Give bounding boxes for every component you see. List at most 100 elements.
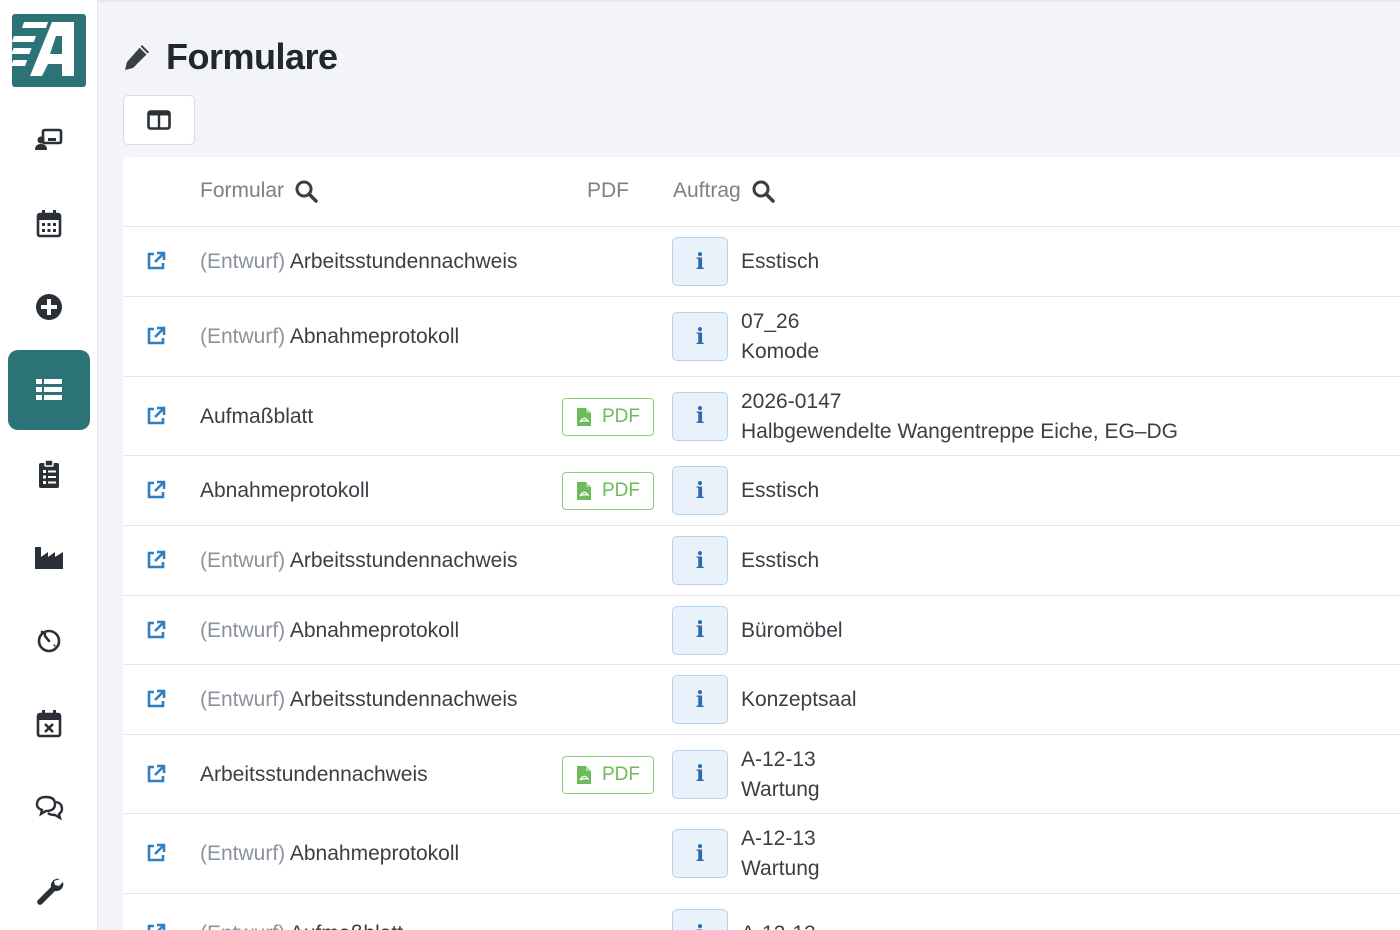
search-icon[interactable] xyxy=(294,179,318,203)
nav-list[interactable] xyxy=(8,350,90,430)
external-link-icon[interactable] xyxy=(145,763,167,790)
nav-calendar-x[interactable] xyxy=(8,684,90,764)
info-button[interactable]: i xyxy=(672,749,728,799)
header-order[interactable]: Auftrag xyxy=(673,179,775,203)
order-line-primary: Büromöbel xyxy=(741,618,843,642)
external-link-icon[interactable] xyxy=(145,405,167,432)
order-cell: A-12-13 Wartung xyxy=(741,745,820,805)
order-line-primary: Esstisch xyxy=(741,549,820,572)
draft-label: (Entwurf) xyxy=(200,250,286,273)
info-button[interactable]: i xyxy=(672,391,728,441)
draft-label: (Entwurf) xyxy=(200,549,286,572)
info-button[interactable]: i xyxy=(672,536,728,585)
external-link-icon[interactable] xyxy=(145,922,167,930)
info-icon: i xyxy=(695,477,705,504)
form-name[interactable]: (Entwurf) Abnahmeprotokoll xyxy=(200,325,459,349)
header-pdf: PDF xyxy=(587,179,629,203)
form-name[interactable]: (Entwurf) Aufmaßblatt xyxy=(200,922,403,930)
external-link-icon[interactable] xyxy=(145,619,167,646)
order-cell: A-12-13 xyxy=(741,919,816,930)
info-button[interactable]: i xyxy=(672,675,728,724)
pdf-button[interactable]: PDF xyxy=(562,397,654,436)
form-name[interactable]: Aufmaßblatt xyxy=(200,405,313,429)
external-link-icon[interactable] xyxy=(145,325,167,352)
info-icon: i xyxy=(695,840,705,867)
nav-comments[interactable] xyxy=(8,767,90,847)
comments-icon xyxy=(35,795,64,821)
form-name[interactable]: Arbeitsstundennachweis xyxy=(200,763,428,787)
nav-presentation[interactable] xyxy=(8,100,90,180)
form-name[interactable]: (Entwurf) Arbeitsstundennachweis xyxy=(200,250,518,274)
info-icon: i xyxy=(695,761,705,787)
pdf-button[interactable]: PDF xyxy=(562,472,654,510)
order-cell: Esstisch xyxy=(741,546,819,576)
form-name[interactable]: (Entwurf) Arbeitsstundennachweis xyxy=(200,549,518,573)
order-cell: Esstisch xyxy=(741,247,819,277)
table-row: (Entwurf) Abnahmeprotokoll i A-12-13 Wartun… xyxy=(123,814,1400,894)
pencil-icon xyxy=(125,45,149,70)
order-cell: 07_26 Komode xyxy=(741,307,819,367)
nav-calendar[interactable] xyxy=(8,184,90,264)
draft-label: (Entwurf) xyxy=(200,618,286,642)
form-name[interactable]: (Entwurf) Abnahmeprotokoll xyxy=(200,619,459,643)
header-order-label: Auftrag xyxy=(673,179,741,202)
form-title: Abnahmeprotokoll xyxy=(200,479,370,502)
pdf-button-label: PDF xyxy=(602,763,640,785)
info-icon: i xyxy=(695,403,705,429)
nav-wrench[interactable] xyxy=(8,850,90,930)
order-cell: Konzeptsaal xyxy=(741,685,857,715)
table-row: (Entwurf) Arbeitsstundennachweis i Esstisc… xyxy=(123,227,1400,297)
wrench-icon xyxy=(37,878,64,905)
form-title: Arbeitsstundennachweis xyxy=(289,250,518,273)
nav-clipboard[interactable] xyxy=(8,434,90,514)
external-link-icon[interactable] xyxy=(145,250,167,277)
order-line-primary: A-12-13 xyxy=(741,827,816,850)
form-title: Arbeitsstundennachweis xyxy=(289,688,518,711)
search-icon[interactable] xyxy=(751,179,775,203)
order-line-primary: Esstisch xyxy=(741,479,820,502)
form-title: Abnahmeprotokoll xyxy=(289,325,460,348)
stopwatch-icon xyxy=(37,629,61,653)
order-line-secondary: Komode xyxy=(741,340,820,363)
columns-toggle-button[interactable] xyxy=(123,95,195,145)
form-name[interactable]: Abnahmeprotokoll xyxy=(200,479,369,503)
calendar-icon xyxy=(36,210,62,238)
draft-label: (Entwurf) xyxy=(200,842,286,865)
info-button[interactable]: i xyxy=(672,605,728,655)
calendar-x-icon xyxy=(36,710,62,738)
order-line-primary: A-12-13 xyxy=(741,747,816,771)
info-icon: i xyxy=(695,686,705,713)
info-button[interactable]: i xyxy=(672,829,728,878)
page-title: Formulare xyxy=(166,36,338,77)
order-line-primary: 2026-0147 xyxy=(741,389,842,413)
external-link-icon[interactable] xyxy=(145,549,167,576)
app-logo[interactable] xyxy=(11,14,86,87)
order-cell: Esstisch xyxy=(741,476,819,506)
external-link-icon[interactable] xyxy=(145,479,167,506)
info-button[interactable]: i xyxy=(672,466,728,515)
info-button[interactable]: i xyxy=(672,237,728,286)
main-content: Formulare Formular PDF Auftrag (Entwurf)… xyxy=(98,0,1400,930)
table-row: (Entwurf) Aufmaßblatt i A-12-13 xyxy=(123,894,1400,930)
external-link-icon[interactable] xyxy=(145,688,167,715)
table-row: (Entwurf) Abnahmeprotokoll i Büromöbel xyxy=(123,596,1400,665)
info-button[interactable]: i xyxy=(672,909,728,930)
info-button[interactable]: i xyxy=(672,312,728,361)
form-name[interactable]: (Entwurf) Abnahmeprotokoll xyxy=(200,842,459,866)
nav-add[interactable] xyxy=(8,267,90,347)
order-line-primary: Esstisch xyxy=(741,250,820,273)
pdf-button[interactable]: PDF xyxy=(562,755,654,794)
table-row: (Entwurf) Abnahmeprotokoll i 07_26 Komode xyxy=(123,297,1400,377)
factory-icon xyxy=(35,547,63,569)
external-link-icon[interactable] xyxy=(145,842,167,869)
page-header: Formulare xyxy=(122,36,338,78)
pdf-button-label: PDF xyxy=(602,480,640,501)
header-form[interactable]: Formular xyxy=(200,179,318,203)
nav-factory[interactable] xyxy=(8,517,90,597)
form-name[interactable]: (Entwurf) Arbeitsstundennachweis xyxy=(200,688,518,712)
order-line-primary: Konzeptsaal xyxy=(741,688,857,711)
form-title: Aufmaßblatt xyxy=(200,404,314,428)
columns-icon xyxy=(147,110,171,130)
table-row: (Entwurf) Arbeitsstundennachweis i Konzept… xyxy=(123,665,1400,735)
nav-stopwatch[interactable] xyxy=(8,600,90,680)
